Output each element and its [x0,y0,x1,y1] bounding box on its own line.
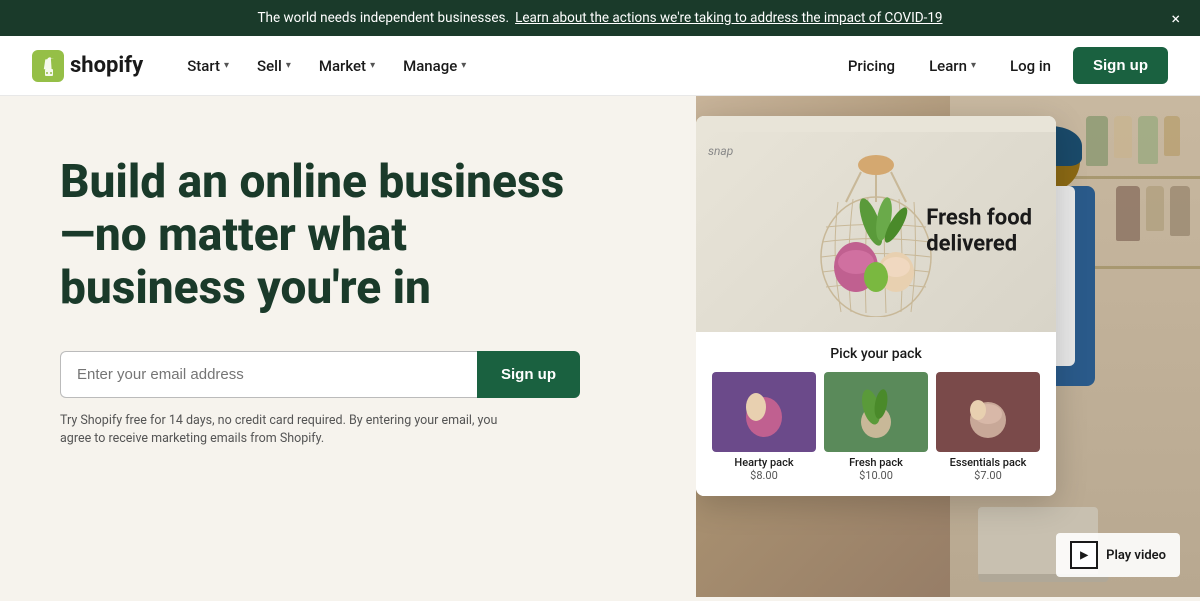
nav-link-pricing[interactable]: Pricing [834,49,909,83]
card-header: snap [696,116,1056,132]
nav-item-sell[interactable]: Sell ▾ [245,49,303,83]
pack-essentials-illustration [958,382,1018,442]
banner-text: The world needs independent businesses. [257,10,509,26]
pack-hearty-name: Hearty pack [734,456,793,469]
hero-subtext: Try Shopify free for 14 days, no credit … [60,412,520,450]
chevron-down-icon: ▾ [461,60,466,71]
chevron-down-icon: ▾ [971,60,976,71]
nav-item-manage[interactable]: Manage ▾ [391,49,478,83]
logo-text: shopify [70,53,143,78]
card-hero-title: Fresh food delivered [926,206,1032,259]
card-body: Pick your pack Hearty pack $8.00 [696,332,1056,496]
banner-link[interactable]: Learn about the actions we're taking to … [515,10,942,26]
nav-link-login[interactable]: Log in [996,49,1065,83]
pack-item-essentials[interactable]: Essentials pack $7.00 [936,372,1040,482]
main-nav: shopify Start ▾ Sell ▾ Market ▾ Manage ▾… [0,36,1200,96]
pack-fresh-illustration [846,382,906,442]
nav-item-start[interactable]: Start ▾ [175,49,241,83]
signup-form: Sign up [60,351,580,398]
logo-link[interactable]: shopify [32,50,143,82]
main-content: Build an online business —no matter what… [0,96,1200,597]
card-hero-image: snap [696,132,1056,332]
play-video-button[interactable]: ▶ Play video [1056,533,1180,577]
pack-fresh-image [824,372,928,452]
nav-item-learn[interactable]: Learn ▾ [917,49,988,83]
pack-hearty-price: $8.00 [750,469,778,482]
pack-grid: Hearty pack $8.00 Fresh pack [712,372,1040,482]
hero-heading: Build an online business —no matter what… [60,156,580,315]
hero-visual: snap snap [696,96,1200,597]
email-input[interactable] [60,351,477,398]
pack-item-hearty[interactable]: Hearty pack $8.00 [712,372,816,482]
chevron-down-icon: ▾ [370,60,375,71]
announcement-banner: The world needs independent businesses. … [0,0,1200,36]
pick-label: Pick your pack [712,346,1040,362]
pack-essentials-image [936,372,1040,452]
pack-hearty-image [712,372,816,452]
play-video-label: Play video [1106,548,1166,563]
pack-fresh-price: $10.00 [859,469,893,482]
banner-close-button[interactable]: × [1171,9,1180,28]
food-product-card: snap snap [696,116,1056,496]
nav-right-items: Pricing Learn ▾ Log in Sign up [834,47,1168,84]
pack-essentials-price: $7.00 [974,469,1002,482]
nav-signup-button[interactable]: Sign up [1073,47,1168,84]
pack-essentials-name: Essentials pack [950,456,1027,469]
pack-fresh-name: Fresh pack [849,456,903,469]
shopify-logo-icon [32,50,64,82]
chevron-down-icon: ▾ [224,60,229,71]
hero-signup-button[interactable]: Sign up [477,351,580,398]
card-snap-watermark: snap [708,144,733,158]
pack-hearty-illustration [734,382,794,442]
nav-left-items: Start ▾ Sell ▾ Market ▾ Manage ▾ [175,49,834,83]
pack-item-fresh[interactable]: Fresh pack $10.00 [824,372,928,482]
nav-item-market[interactable]: Market ▾ [307,49,387,83]
chevron-down-icon: ▾ [286,60,291,71]
play-icon: ▶ [1070,541,1098,569]
hero-section: Build an online business —no matter what… [0,96,696,597]
